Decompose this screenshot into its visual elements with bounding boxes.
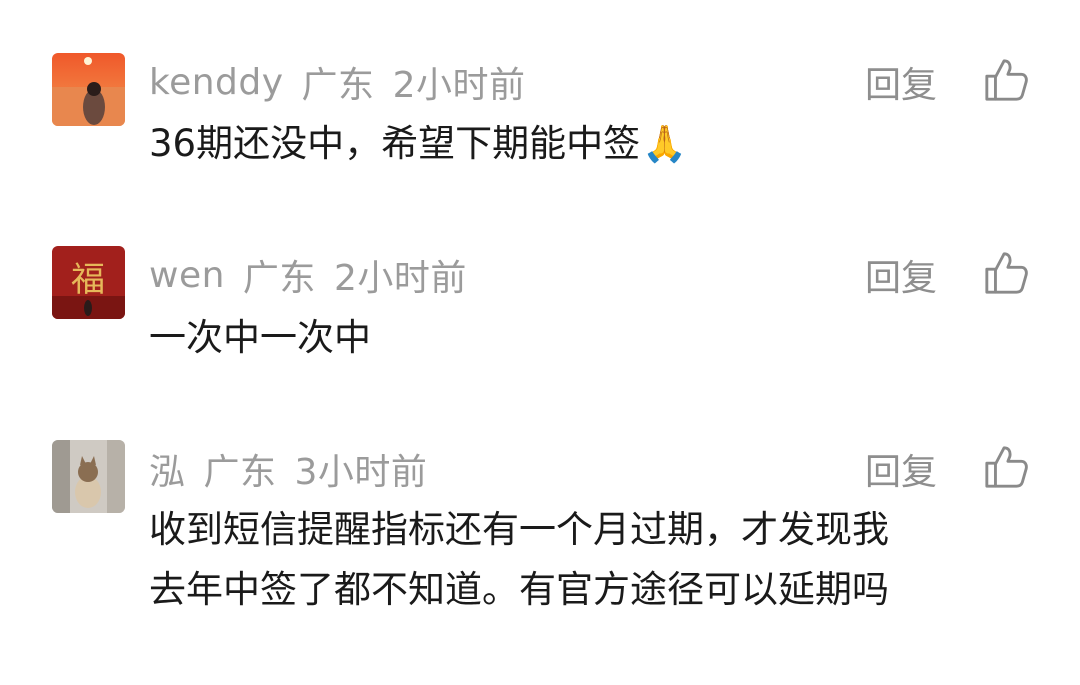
comment-text-line: 收到短信提醒指标还有一个月过期，才发现我 bbox=[149, 508, 889, 551]
comment-item: kenddy 广东 2小时前 回复 36期还没中，希望下期能中签🙏 bbox=[0, 0, 1080, 220]
avatar[interactable]: 福 bbox=[52, 246, 125, 319]
comment-meta: kenddy 广东 2小时前 bbox=[149, 57, 525, 107]
location: 广东 bbox=[301, 65, 375, 106]
avatar[interactable] bbox=[52, 440, 125, 513]
username[interactable]: kenddy bbox=[149, 62, 284, 103]
timestamp: 2小时前 bbox=[333, 258, 467, 299]
location: 广东 bbox=[242, 258, 316, 299]
like-button[interactable] bbox=[983, 250, 1029, 296]
like-button[interactable] bbox=[983, 444, 1029, 490]
comment-text: 一次中一次中 bbox=[149, 308, 1039, 368]
timestamp: 3小时前 bbox=[294, 452, 428, 493]
like-button[interactable] bbox=[983, 57, 1029, 103]
comment-text-line: 一次中一次中 bbox=[149, 316, 371, 359]
username[interactable]: 泓 bbox=[149, 443, 186, 495]
avatar[interactable] bbox=[52, 53, 125, 126]
reply-button[interactable]: 回复 bbox=[865, 250, 937, 300]
comment-text-line: 36期还没中，希望下期能中签 bbox=[149, 122, 641, 165]
comment-meta: 泓 广东 3小时前 bbox=[149, 444, 427, 494]
comment-text-line: 去年中签了都不知道。有官方途径可以延期吗 bbox=[149, 568, 889, 611]
avatar-fu-icon: 福 bbox=[52, 246, 125, 319]
avatar-sunset-girl-icon bbox=[52, 53, 125, 126]
timestamp: 2小时前 bbox=[392, 65, 526, 106]
username[interactable]: wen bbox=[149, 255, 225, 296]
comment-meta: wen 广东 2小时前 bbox=[149, 250, 467, 300]
reply-button[interactable]: 回复 bbox=[865, 444, 937, 494]
location: 广东 bbox=[203, 452, 277, 493]
thumbs-up-icon bbox=[985, 252, 1028, 294]
svg-text:福: 福 bbox=[71, 260, 105, 300]
comment-text: 收到短信提醒指标还有一个月过期，才发现我 去年中签了都不知道。有官方途径可以延期… bbox=[149, 500, 1039, 620]
thumbs-up-icon bbox=[985, 59, 1028, 101]
avatar-cat-icon bbox=[52, 440, 125, 513]
reply-button[interactable]: 回复 bbox=[865, 57, 937, 107]
folded-hands-emoji-icon: 🙏 bbox=[642, 124, 687, 165]
thumbs-up-icon bbox=[985, 446, 1028, 488]
comment-text: 36期还没中，希望下期能中签🙏 bbox=[149, 114, 1039, 175]
